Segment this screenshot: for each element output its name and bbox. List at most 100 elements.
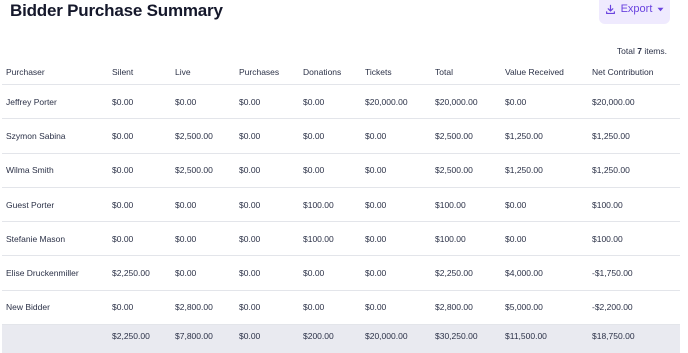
cell-total: $2,800.00 (431, 290, 501, 326)
cell-total: $20,000.00 (431, 84, 501, 120)
cell-tickets: $0.00 (361, 290, 431, 326)
cell-live: $0.00 (171, 221, 235, 257)
cell-silent: $0.00 (108, 118, 171, 154)
cell-tickets: $0.00 (361, 153, 431, 188)
column-header-total[interactable]: Total (431, 60, 501, 85)
cell-net-contribution: $1,250.00 (588, 153, 680, 188)
cell-donations: $0.00 (299, 84, 361, 120)
cell-net-contribution: -$2,200.00 (588, 290, 680, 326)
items-count-suffix: items. (644, 46, 667, 56)
cell-live: $0.00 (171, 84, 235, 120)
column-header-donations[interactable]: Donations (299, 60, 361, 85)
table-row[interactable]: New Bidder $0.00 $2,800.00 $0.00 $0.00 $… (2, 290, 680, 326)
cell-donations: $100.00 (299, 187, 361, 223)
cell-live: $2,800.00 (171, 290, 235, 326)
column-header-purchaser[interactable]: Purchaser (2, 60, 108, 85)
table-row[interactable]: Guest Porter $0.00 $0.00 $0.00 $100.00 $… (2, 187, 680, 223)
cell-purchaser: Szymon Sabina (2, 118, 108, 154)
cell-purchases: $0.00 (235, 187, 299, 223)
cell-value-received: $1,250.00 (501, 118, 588, 154)
cell-live: $2,500.00 (171, 153, 235, 188)
table-row[interactable]: Elise Druckenmiller $2,250.00 $0.00 $0.0… (2, 255, 680, 291)
cell-total: $2,500.00 (431, 118, 501, 154)
cell-silent: $0.00 (108, 187, 171, 223)
cell-donations: $0.00 (299, 153, 361, 188)
cell-live: $2,500.00 (171, 118, 235, 154)
cell-silent: $2,250.00 (108, 255, 171, 291)
total-value-received: $11,500.00 (501, 324, 588, 353)
cell-net-contribution: $1,250.00 (588, 118, 680, 154)
cell-silent: $0.00 (108, 290, 171, 326)
cell-value-received: $1,250.00 (501, 153, 588, 188)
cell-net-contribution: $20,000.00 (588, 84, 680, 120)
total-live: $7,800.00 (171, 324, 235, 353)
cell-silent: $0.00 (108, 221, 171, 257)
cell-silent: $0.00 (108, 153, 171, 188)
table-row[interactable]: Wilma Smith $0.00 $2,500.00 $0.00 $0.00 … (2, 153, 680, 188)
table-row[interactable]: Stefanie Mason $0.00 $0.00 $0.00 $100.00… (2, 221, 680, 257)
cell-tickets: $0.00 (361, 187, 431, 223)
total-silent: $2,250.00 (108, 324, 171, 353)
cell-silent: $0.00 (108, 84, 171, 120)
total-tickets: $20,000.00 (361, 324, 431, 353)
cell-purchaser: Jeffrey Porter (2, 84, 108, 120)
cell-purchaser: Guest Porter (2, 187, 108, 223)
cell-tickets: $20,000.00 (361, 84, 431, 120)
column-header-purchases[interactable]: Purchases (235, 60, 299, 85)
cell-purchases: $0.00 (235, 221, 299, 257)
cell-net-contribution: $100.00 (588, 187, 680, 223)
cell-total: $2,250.00 (431, 255, 501, 291)
cell-purchases: $0.00 (235, 255, 299, 291)
total-total: $30,250.00 (431, 324, 501, 353)
total-net-contribution: $18,750.00 (588, 324, 680, 353)
cell-net-contribution: $100.00 (588, 221, 680, 257)
column-header-live[interactable]: Live (171, 60, 235, 85)
cell-total: $100.00 (431, 187, 501, 223)
column-header-value-received[interactable]: Value Received (501, 60, 588, 85)
cell-purchases: $0.00 (235, 153, 299, 188)
total-donations: $200.00 (299, 324, 361, 353)
column-header-net-contribution[interactable]: Net Contribution (588, 60, 680, 85)
cell-purchases: $0.00 (235, 118, 299, 154)
export-label: Export (620, 3, 653, 15)
items-count: Total 7 items. (617, 46, 667, 56)
cell-purchaser: Wilma Smith (2, 153, 108, 188)
cell-total: $100.00 (431, 221, 501, 257)
cell-value-received: $0.00 (501, 221, 588, 257)
cell-value-received: $4,000.00 (501, 255, 588, 291)
purchase-summary-table: Purchaser Silent Live Purchases Donation… (2, 60, 680, 353)
cell-purchaser: Elise Druckenmiller (2, 255, 108, 291)
table-row[interactable]: Jeffrey Porter $0.00 $0.00 $0.00 $0.00 $… (2, 84, 680, 120)
download-icon (605, 4, 616, 15)
cell-total: $2,500.00 (431, 153, 501, 188)
totals-row: $2,250.00 $7,800.00 $0.00 $200.00 $20,00… (2, 324, 680, 353)
page-title: Bidder Purchase Summary (10, 1, 223, 20)
cell-value-received: $0.00 (501, 84, 588, 120)
cell-donations: $100.00 (299, 221, 361, 257)
column-header-tickets[interactable]: Tickets (361, 60, 431, 85)
cell-purchases: $0.00 (235, 290, 299, 326)
table-header-row: Purchaser Silent Live Purchases Donation… (2, 60, 680, 85)
cell-value-received: $0.00 (501, 187, 588, 223)
cell-donations: $0.00 (299, 255, 361, 291)
total-purchaser (2, 324, 108, 353)
column-header-silent[interactable]: Silent (108, 60, 171, 85)
cell-live: $0.00 (171, 255, 235, 291)
cell-purchaser: New Bidder (2, 290, 108, 326)
cell-donations: $0.00 (299, 118, 361, 154)
items-count-value: 7 (637, 46, 642, 56)
cell-value-received: $5,000.00 (501, 290, 588, 326)
cell-live: $0.00 (171, 187, 235, 223)
cell-purchaser: Stefanie Mason (2, 221, 108, 257)
cell-purchases: $0.00 (235, 84, 299, 120)
cell-tickets: $0.00 (361, 221, 431, 257)
table-row[interactable]: Szymon Sabina $0.00 $2,500.00 $0.00 $0.0… (2, 118, 680, 154)
cell-tickets: $0.00 (361, 118, 431, 154)
export-button[interactable]: Export (599, 0, 670, 24)
items-count-prefix: Total (616, 46, 635, 56)
total-purchases: $0.00 (235, 324, 299, 353)
cell-tickets: $0.00 (361, 255, 431, 291)
cell-donations: $0.00 (299, 290, 361, 326)
cell-net-contribution: -$1,750.00 (588, 255, 680, 291)
caret-down-icon (657, 7, 664, 12)
